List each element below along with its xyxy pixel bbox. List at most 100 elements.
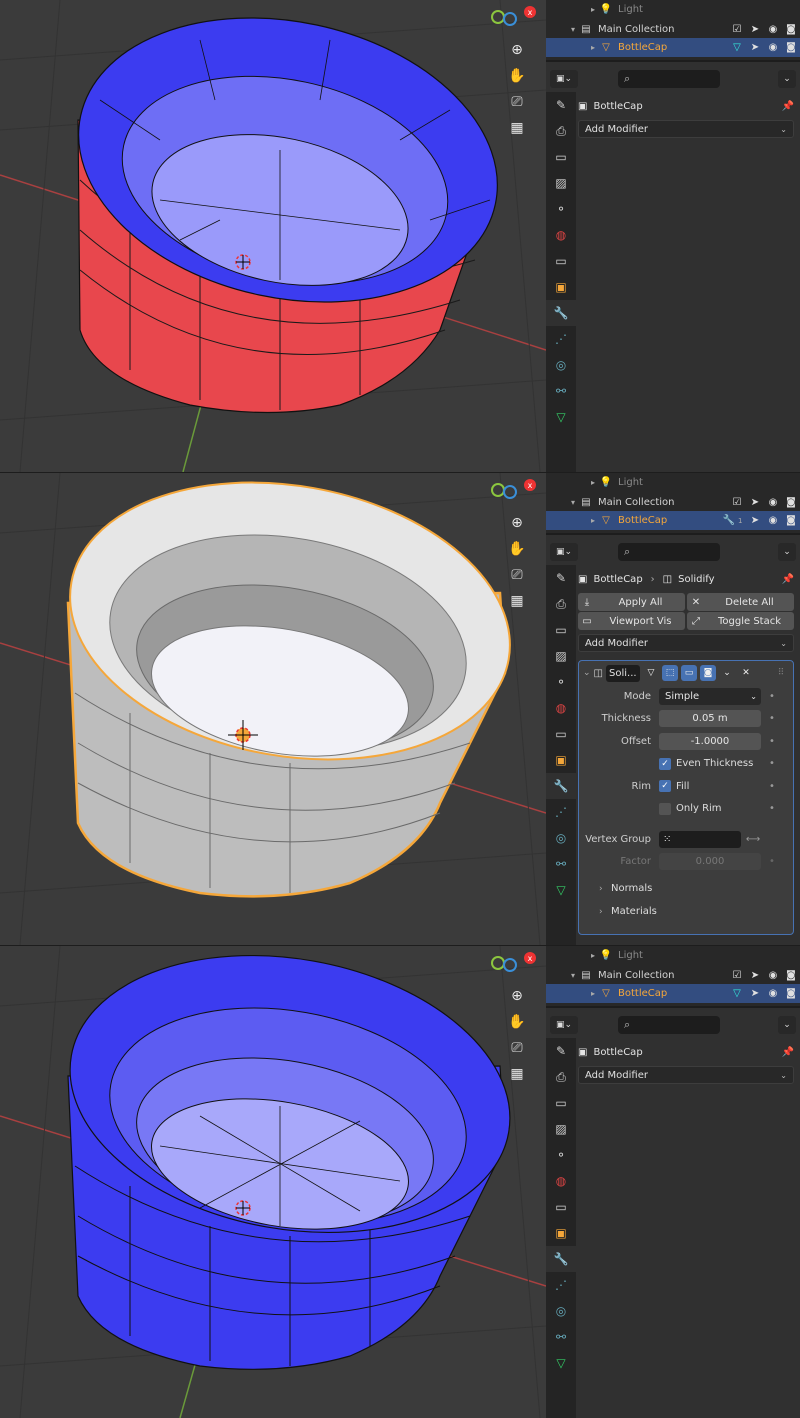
physics-icon[interactable]: ◎	[546, 352, 576, 378]
delete-all-button[interactable]: ✕ Delete All	[687, 593, 794, 611]
constraints-icon[interactable]: ⚯	[546, 851, 576, 877]
eye-icon[interactable]: ◉	[764, 515, 782, 526]
particles-icon[interactable]: ⋰	[546, 799, 576, 825]
outliner-row-object[interactable]: ▸ ▽ BottleCap ▽ ➤ ◉ ◙	[546, 984, 800, 1003]
grid-icon[interactable]: ▦	[505, 1062, 529, 1086]
outliner-row-light[interactable]: ▸ 💡 Light	[546, 0, 800, 19]
mesh-scene[interactable]	[0, 0, 546, 472]
constraints-icon[interactable]: ⚯	[546, 378, 576, 404]
zoom-icon[interactable]: ⊕	[505, 984, 529, 1008]
normals-subpanel[interactable]: › Normals	[579, 877, 793, 900]
edit-mode-icon[interactable]: ⬚	[662, 665, 678, 681]
chevron-down-icon[interactable]: ⌄	[719, 665, 735, 681]
camera-icon[interactable]: ⎚	[505, 563, 529, 587]
outliner-row-collection[interactable]: ▾ ▤ Main Collection ☑ ➤ ◉ ◙	[546, 20, 800, 39]
select-arrow-icon[interactable]: ➤	[746, 515, 764, 526]
navigation-gizmo-icon[interactable]: x	[488, 952, 538, 974]
scene-icon[interactable]: ⚬	[546, 1142, 576, 1168]
collection-icon[interactable]: ▭	[546, 721, 576, 747]
add-modifier-dropdown[interactable]: Add Modifier ⌄	[578, 1066, 794, 1084]
3d-viewport[interactable]: x ⊕ ✋ ⎚ ▦	[0, 946, 546, 1418]
search-input[interactable]: ⌕	[618, 1016, 720, 1034]
even-thickness-checkbox[interactable]: ✓ Even Thickness	[659, 757, 761, 770]
pin-icon[interactable]: 📌	[782, 574, 794, 585]
scene-icon[interactable]: ⚬	[546, 669, 576, 695]
tool-icon[interactable]: ✎	[546, 1038, 576, 1064]
chevron-down-icon[interactable]: ⌄	[778, 70, 796, 88]
hand-pan-icon[interactable]: ✋	[505, 537, 529, 561]
drag-handle-icon[interactable]: ⠿	[773, 665, 789, 681]
materials-subpanel[interactable]: › Materials	[579, 900, 793, 923]
select-arrow-icon[interactable]: ➤	[746, 988, 764, 999]
render-camera-icon[interactable]: ◙	[782, 42, 800, 53]
fill-checkbox[interactable]: ✓ Fill	[659, 780, 761, 793]
select-arrow-icon[interactable]: ➤	[746, 42, 764, 53]
mesh-scene[interactable]	[0, 473, 546, 945]
edit-mode-cage-icon[interactable]: ▽	[643, 665, 659, 681]
world-icon[interactable]: ◍	[546, 1168, 576, 1194]
only-rim-checkbox[interactable]: Only Rim	[659, 802, 761, 815]
render-icon[interactable]: ⎙	[546, 1064, 576, 1090]
add-modifier-dropdown[interactable]: Add Modifier ⌄	[578, 634, 794, 652]
navigation-gizmo-icon[interactable]: x	[488, 6, 538, 28]
editor-type-button[interactable]: ▣⌄	[550, 70, 578, 88]
outliner-row-light[interactable]: ▸ 💡 Light	[546, 946, 800, 965]
eye-icon[interactable]: ◉	[764, 988, 782, 999]
render-icon[interactable]: ⎙	[546, 118, 576, 144]
particles-icon[interactable]: ⋰	[546, 326, 576, 352]
modifier-icon[interactable]: 🔧	[546, 1246, 576, 1272]
particles-icon[interactable]: ⋰	[546, 1272, 576, 1298]
data-icon[interactable]: ▽	[546, 877, 576, 903]
outliner-row-object[interactable]: ▸ ▽ BottleCap 🔧 1 ➤ ◉ ◙	[546, 511, 800, 530]
render-camera-icon[interactable]: ◙	[782, 970, 800, 981]
view-layer-icon[interactable]: ▨	[546, 170, 576, 196]
view-layer-icon[interactable]: ▨	[546, 643, 576, 669]
world-icon[interactable]: ◍	[546, 222, 576, 248]
physics-icon[interactable]: ◎	[546, 1298, 576, 1324]
close-icon[interactable]: ✕	[738, 665, 754, 681]
outliner-row-collection[interactable]: ▾ ▤ Main Collection ☑ ➤ ◉ ◙	[546, 493, 800, 512]
eye-icon[interactable]: ◉	[764, 42, 782, 53]
collection-icon[interactable]: ▭	[546, 1194, 576, 1220]
modifier-icon[interactable]: 🔧	[546, 773, 576, 799]
data-icon[interactable]: ▽	[546, 404, 576, 430]
object-icon[interactable]: ▣	[546, 1220, 576, 1246]
camera-icon[interactable]: ⎚	[505, 1036, 529, 1060]
render-camera-icon[interactable]: ◙	[782, 24, 800, 35]
object-icon[interactable]: ▣	[546, 274, 576, 300]
vertex-group-field[interactable]: ⁙	[659, 830, 741, 848]
mesh-data-icon[interactable]: ▽	[728, 42, 746, 53]
mesh-scene[interactable]	[0, 946, 546, 1418]
select-arrow-icon[interactable]: ➤	[746, 24, 764, 35]
editor-type-button[interactable]: ▣⌄	[550, 1016, 578, 1034]
mode-select[interactable]: Simple ⌄	[659, 687, 761, 705]
physics-icon[interactable]: ◎	[546, 825, 576, 851]
select-arrow-icon[interactable]: ➤	[746, 497, 764, 508]
output-icon[interactable]: ▭	[546, 617, 576, 643]
collection-icon[interactable]: ▭	[546, 248, 576, 274]
object-icon[interactable]: ▣	[546, 747, 576, 773]
eye-icon[interactable]: ◉	[764, 970, 782, 981]
add-modifier-dropdown[interactable]: Add Modifier ⌄	[578, 120, 794, 138]
hand-pan-icon[interactable]: ✋	[505, 64, 529, 88]
thickness-field[interactable]: 0.05 m	[659, 710, 761, 728]
grid-icon[interactable]: ▦	[505, 589, 529, 613]
render-display-icon[interactable]: ◙	[700, 665, 716, 681]
viewport-display-icon[interactable]: ▭	[681, 665, 697, 681]
chevron-down-icon[interactable]: ⌄	[778, 543, 796, 561]
render-camera-icon[interactable]: ◙	[782, 988, 800, 999]
3d-viewport[interactable]: x ⊕ ✋ ⎚ ▦	[0, 0, 546, 472]
checkbox-icon[interactable]: ☑	[728, 24, 746, 35]
mesh-data-icon[interactable]: ▽	[728, 988, 746, 999]
pin-icon[interactable]: 📌	[782, 101, 794, 112]
output-icon[interactable]: ▭	[546, 1090, 576, 1116]
search-input[interactable]: ⌕	[618, 70, 720, 88]
factor-field[interactable]: 0.000	[659, 853, 761, 871]
viewport-vis-button[interactable]: ▭ Viewport Vis	[578, 612, 685, 630]
tool-icon[interactable]: ✎	[546, 565, 576, 591]
search-input[interactable]: ⌕	[618, 543, 720, 561]
select-arrow-icon[interactable]: ➤	[746, 970, 764, 981]
zoom-icon[interactable]: ⊕	[505, 38, 529, 62]
output-icon[interactable]: ▭	[546, 144, 576, 170]
outliner-row-collection[interactable]: ▾ ▤ Main Collection ☑ ➤ ◉ ◙	[546, 966, 800, 985]
